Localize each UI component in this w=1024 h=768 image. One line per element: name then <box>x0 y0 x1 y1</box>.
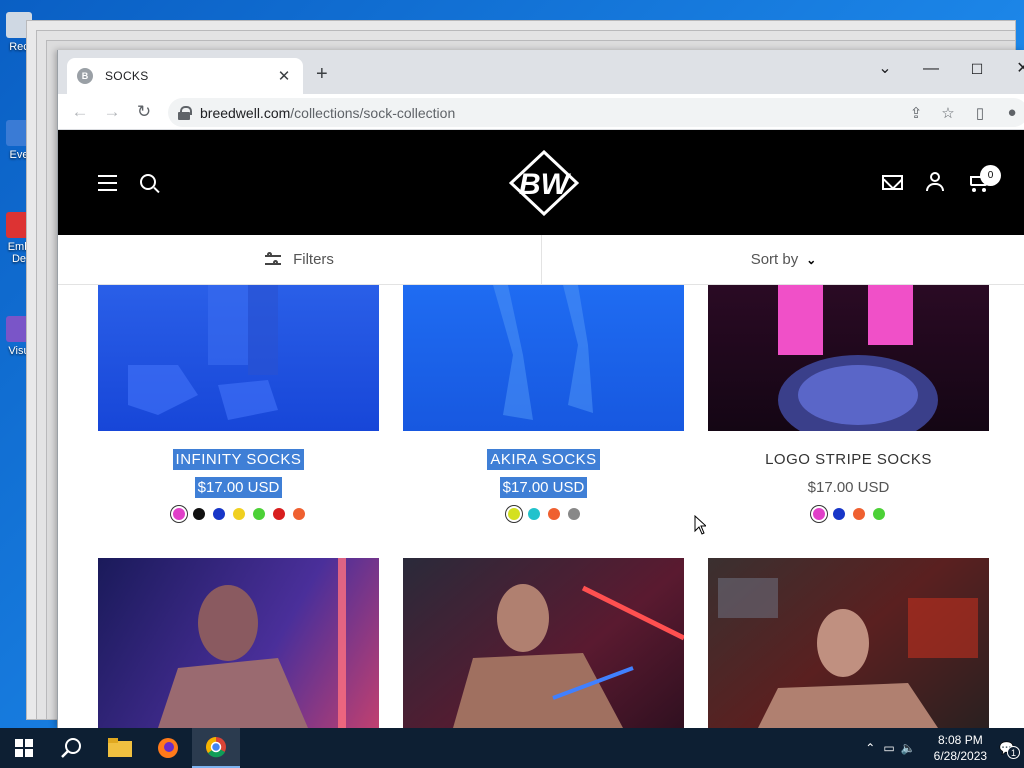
share-icon[interactable]: ⇪ <box>900 104 932 122</box>
logo-text: BW <box>519 168 572 201</box>
volume-icon[interactable]: 🔈 <box>901 741 916 755</box>
clock-time: 8:08 PM <box>938 733 983 747</box>
search-icon[interactable] <box>140 174 156 190</box>
color-swatch[interactable] <box>192 508 205 520</box>
product-image[interactable] <box>403 285 684 431</box>
cart-count-badge: 0 <box>980 165 1001 186</box>
notification-count: 1 <box>1007 746 1020 759</box>
tab-close-icon[interactable]: ✕ <box>275 67 293 85</box>
minimize-icon[interactable]: — <box>908 54 954 84</box>
show-hidden-icons-icon[interactable]: ⌃ <box>865 741 875 755</box>
color-swatches <box>708 508 989 520</box>
product-price: $17.00 USD <box>807 479 890 496</box>
site-logo[interactable]: BW <box>508 149 580 217</box>
browser-toolbar: ← → ↻ breedwell.com/collections/sock-col… <box>58 94 1024 130</box>
filter-bar: Filters Sort by ⌄ <box>58 235 1024 285</box>
clock-date: 6/28/2023 <box>933 749 988 763</box>
product-image[interactable] <box>708 558 989 728</box>
color-swatch[interactable] <box>212 508 225 520</box>
product-image[interactable] <box>98 558 379 728</box>
product-card: INFINITY SOCKS $17.00 USD <box>98 285 379 520</box>
color-swatch[interactable] <box>272 508 285 520</box>
site-favicon-icon: B <box>77 68 93 84</box>
product-price: $17.00 USD <box>499 477 588 498</box>
mouse-cursor <box>694 514 708 540</box>
color-swatches <box>403 508 684 520</box>
product-card: LOGO STRIPE SOCKS $17.00 USD <box>708 285 989 520</box>
back-icon[interactable]: ← <box>64 98 96 126</box>
tab-search-icon[interactable]: ⌄ <box>862 54 908 84</box>
color-swatch[interactable] <box>872 508 885 520</box>
menu-icon[interactable] <box>98 175 117 196</box>
side-panel-icon[interactable]: ▯ <box>964 104 996 122</box>
product-card: AKIRA SOCKS $17.00 USD <box>403 285 684 520</box>
color-swatch[interactable] <box>567 508 580 520</box>
profile-avatar-icon[interactable]: ● <box>996 104 1024 121</box>
new-tab-icon[interactable]: + <box>316 63 328 86</box>
color-swatch[interactable] <box>832 508 845 520</box>
bookmark-star-icon[interactable]: ☆ <box>932 104 964 122</box>
color-swatch[interactable] <box>172 508 185 520</box>
color-swatch[interactable] <box>852 508 865 520</box>
color-swatch[interactable] <box>812 508 825 520</box>
color-swatches <box>98 508 379 520</box>
forward-icon[interactable]: → <box>96 98 128 126</box>
filters-icon <box>265 251 282 267</box>
url-path: /collections/sock-collection <box>290 104 456 121</box>
product-name[interactable]: LOGO STRIPE SOCKS <box>762 449 935 470</box>
account-icon[interactable] <box>926 172 944 192</box>
filters-label: Filters <box>293 251 334 268</box>
product-image[interactable] <box>98 285 379 431</box>
file-explorer-icon[interactable] <box>96 728 144 768</box>
webpage: BW 0 Filters Sort by ⌄ INFINITY SOCKS $1… <box>58 130 1024 728</box>
product-image[interactable] <box>708 285 989 431</box>
site-header: BW 0 <box>58 130 1024 235</box>
close-window-icon[interactable]: ✕ <box>1000 54 1024 84</box>
product-price: $17.00 USD <box>194 477 283 498</box>
network-icon[interactable]: ▭ <box>883 741 894 755</box>
color-swatch[interactable] <box>507 508 520 520</box>
color-swatch[interactable] <box>252 508 265 520</box>
chevron-down-icon: ⌄ <box>806 252 817 267</box>
browser-window: B SOCKS ✕ + ⌄ — ☐ ✕ ← → ↻ breedwell.com/… <box>57 50 1024 728</box>
product-card <box>403 558 684 728</box>
windows-logo-icon <box>15 739 33 757</box>
notification-icon[interactable]: 💬 1 <box>999 741 1020 759</box>
color-swatch[interactable] <box>547 508 560 520</box>
taskbar: ⌃ ▭ 🔈 8:08 PM 6/28/2023 💬 1 <box>0 728 1024 768</box>
product-name[interactable]: INFINITY SOCKS <box>172 449 305 470</box>
product-name[interactable]: AKIRA SOCKS <box>487 449 600 470</box>
tab-socks[interactable]: B SOCKS ✕ <box>67 58 303 94</box>
system-tray: ⌃ ▭ 🔈 8:08 PM 6/28/2023 💬 1 <box>865 728 1024 768</box>
product-grid: INFINITY SOCKS $17.00 USD AKIRA SOCKS $1… <box>58 285 1024 728</box>
firefox-icon[interactable] <box>144 728 192 768</box>
product-card <box>708 558 989 728</box>
sort-by-button[interactable]: Sort by ⌄ <box>542 235 1024 284</box>
maximize-icon[interactable]: ☐ <box>954 54 1000 84</box>
reload-icon[interactable]: ↻ <box>128 98 160 126</box>
tab-strip: B SOCKS ✕ + ⌄ — ☐ ✕ <box>58 50 1024 94</box>
lock-icon[interactable] <box>178 105 192 120</box>
tab-title: SOCKS <box>105 69 149 83</box>
filters-button[interactable]: Filters <box>58 235 542 284</box>
color-swatch[interactable] <box>292 508 305 520</box>
url-domain: breedwell.com <box>200 104 291 121</box>
sort-by-label: Sort by <box>750 251 799 268</box>
start-button[interactable] <box>0 728 48 768</box>
address-bar[interactable]: breedwell.com/collections/sock-collectio… <box>168 98 1024 127</box>
chrome-taskbar-icon[interactable] <box>192 728 240 768</box>
clock[interactable]: 8:08 PM 6/28/2023 <box>934 732 987 764</box>
product-card <box>98 558 379 728</box>
color-swatch[interactable] <box>232 508 245 520</box>
taskbar-search-icon[interactable] <box>48 728 96 768</box>
product-image[interactable] <box>403 558 684 728</box>
color-swatch[interactable] <box>527 508 540 520</box>
mail-icon[interactable] <box>882 175 903 190</box>
